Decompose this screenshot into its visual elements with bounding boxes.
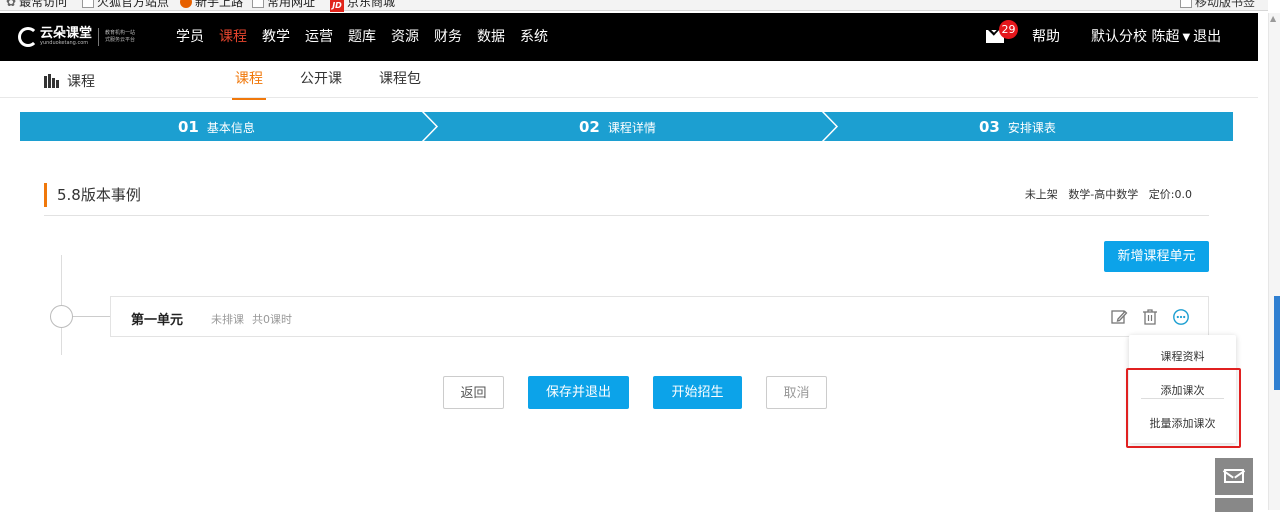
unit-actions: [1110, 308, 1190, 326]
folder-icon: [252, 0, 264, 8]
bookmark-common-sites[interactable]: 常用网址: [252, 0, 315, 10]
menu-students[interactable]: 学员: [176, 13, 204, 61]
menu-teaching[interactable]: 教学: [262, 13, 290, 61]
course-category: 数学-高中数学: [1068, 188, 1139, 201]
menu-courses[interactable]: 课程: [219, 13, 247, 61]
menu-item-course-materials[interactable]: 课程资料: [1129, 348, 1236, 364]
menu-resources[interactable]: 资源: [391, 13, 419, 61]
unit-row[interactable]: 第一单元 未排课 共0课时: [110, 296, 1209, 337]
tree-connector: [73, 316, 110, 317]
logo-slogan: 教育机构一站 式服务云平台: [105, 30, 136, 43]
menu-system[interactable]: 系统: [520, 13, 548, 61]
menu-finance[interactable]: 财务: [434, 13, 462, 61]
logo-text: 云朵课堂 yunduoketang.com: [40, 26, 93, 46]
float-message-button[interactable]: [1215, 458, 1253, 495]
back-button[interactable]: 返回: [443, 376, 504, 409]
scroll-up-icon[interactable]: ▲: [1270, 14, 1278, 23]
edit-icon[interactable]: [1110, 308, 1128, 326]
logout-link[interactable]: 退出: [1193, 29, 1221, 45]
divider: [44, 215, 1209, 216]
tab-courses[interactable]: 课程: [232, 61, 266, 100]
menu-question-bank[interactable]: 题库: [348, 13, 376, 61]
bookmark-getting-started[interactable]: 新手上路: [180, 0, 243, 10]
folder-icon: [1180, 0, 1192, 8]
step-course-details[interactable]: 02 课程详情: [579, 112, 656, 141]
tab-open-courses[interactable]: 公开课: [300, 61, 342, 97]
sub-navigation: 课程 课程 公开课 课程包: [0, 61, 1258, 100]
gear-icon: ✿: [6, 0, 17, 9]
menu-data[interactable]: 数据: [477, 13, 505, 61]
scrollbar[interactable]: [1268, 13, 1280, 510]
start-enroll-button[interactable]: 开始招生: [653, 376, 742, 409]
main-menu: 学员 课程 教学 运营 题库 资源 财务 数据 系统: [176, 13, 563, 61]
step-chevron-icon: [820, 109, 839, 144]
user-menu[interactable]: 默认分校 陈超 ▼ 退出: [1091, 13, 1221, 62]
unit-lesson-count: 共0课时: [252, 313, 292, 326]
course-title: 5.8版本事例: [44, 183, 141, 207]
logo[interactable]: 云朵课堂 yunduoketang.com 教育机构一站 式服务云平台: [18, 25, 135, 49]
user-name[interactable]: 陈超: [1151, 29, 1179, 45]
unit-schedule-status: 未排课: [211, 313, 244, 326]
tree-node-toggle[interactable]: [50, 305, 73, 328]
top-navigation: 云朵课堂 yunduoketang.com 教育机构一站 式服务云平台 学员 课…: [0, 13, 1258, 61]
course-meta: 未上架 数学-高中数学 定价:0.0: [1018, 186, 1192, 202]
envelope-icon: [1224, 469, 1244, 483]
course-status: 未上架: [1024, 188, 1058, 201]
step-chevron-icon: [420, 109, 439, 144]
bookmarks-bar: ✿ 最常访问 火狐官方站点 新手上路 常用网址 JD 京东商城 移动版书签: [0, 0, 1268, 12]
course-price: 定价:0.0: [1148, 188, 1192, 201]
bookmark-most-visited[interactable]: ✿ 最常访问: [6, 0, 67, 10]
bookmark-mobile[interactable]: 移动版书签: [1180, 0, 1255, 10]
save-exit-button[interactable]: 保存并退出: [528, 376, 629, 409]
highlight-box: [1126, 368, 1241, 448]
folder-icon: [82, 0, 94, 8]
books-icon: [44, 74, 59, 88]
step-schedule[interactable]: 03 安排课表: [979, 112, 1056, 141]
bookmark-jd[interactable]: JD 京东商城: [330, 0, 395, 12]
step-progress-bar: 01 基本信息 02 课程详情 03 安排课表: [20, 109, 1233, 144]
cancel-button[interactable]: 取消: [766, 376, 827, 409]
trash-icon[interactable]: [1141, 308, 1159, 326]
tab-course-packages[interactable]: 课程包: [379, 61, 421, 97]
logo-divider: [98, 28, 100, 46]
help-link[interactable]: 帮助: [1032, 13, 1060, 61]
jd-icon: JD: [330, 0, 344, 12]
bookmark-firefox-official[interactable]: 火狐官方站点: [82, 0, 169, 10]
section-title: 课程: [44, 71, 95, 91]
unit-name: 第一单元: [131, 313, 184, 328]
step-basic-info[interactable]: 01 基本信息: [178, 112, 255, 141]
side-tab[interactable]: [1274, 296, 1280, 390]
school-name[interactable]: 默认分校: [1091, 29, 1147, 45]
more-icon[interactable]: [1172, 308, 1190, 326]
sub-tabs: 课程 公开课 课程包: [232, 61, 458, 100]
section-title-label: 课程: [67, 74, 95, 90]
firefox-icon: [180, 0, 192, 8]
cloud-logo-icon: [18, 27, 38, 47]
menu-operations[interactable]: 运营: [305, 13, 333, 61]
add-unit-button[interactable]: 新增课程单元: [1104, 241, 1209, 272]
mail-badge: 29: [999, 20, 1018, 39]
caret-down-icon[interactable]: ▼: [1182, 32, 1190, 43]
